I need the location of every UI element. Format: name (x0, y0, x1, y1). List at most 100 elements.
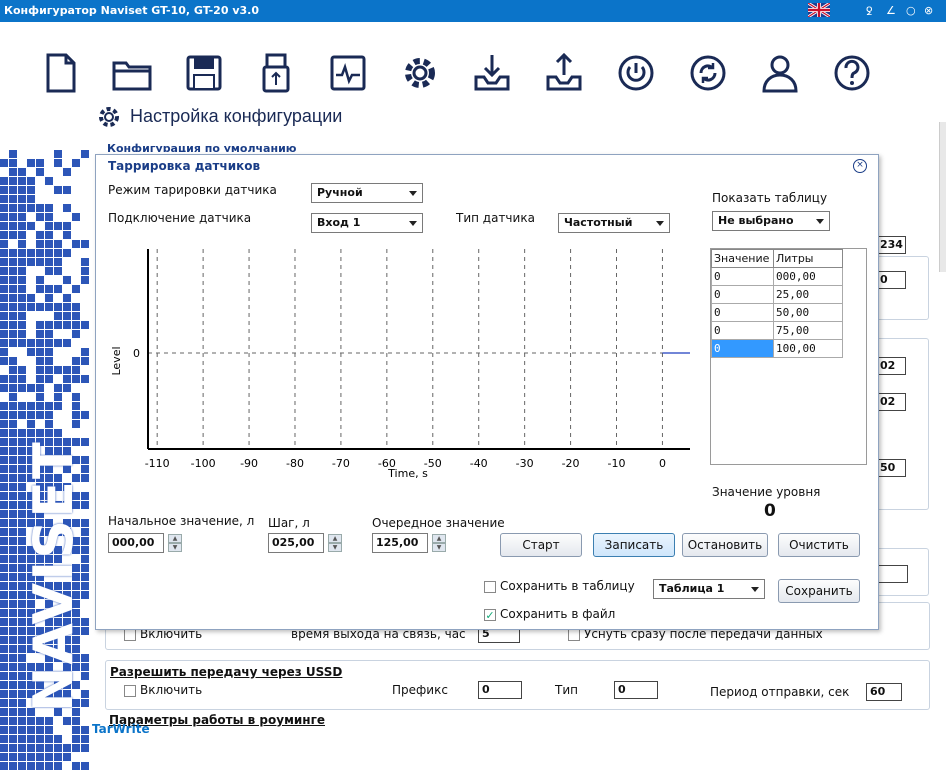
brand-tile (36, 411, 44, 419)
close-icon[interactable]: ⊗ (924, 4, 933, 17)
stepper-buttons[interactable]: ▲ ▼ (432, 534, 446, 552)
ussd-enable-checkbox[interactable] (124, 684, 136, 697)
refresh-icon[interactable] (684, 50, 732, 96)
brand-tile (45, 240, 53, 248)
brand-tile (36, 384, 44, 392)
brand-tile (72, 330, 80, 338)
value-cell[interactable]: 0 (711, 285, 774, 304)
value-cell[interactable]: 0 (711, 321, 774, 340)
value-field[interactable]: 0 (876, 271, 906, 289)
value-cell[interactable]: 0 (711, 303, 774, 322)
value-field[interactable]: 50 (876, 459, 906, 477)
link-icon[interactable]: ꝿ (866, 4, 872, 19)
brand-tile (45, 330, 53, 338)
new-file-icon[interactable] (36, 50, 84, 96)
stepper-buttons[interactable]: ▲ ▼ (168, 534, 182, 552)
table-row[interactable]: 0 100,00 (711, 339, 843, 358)
liters-cell[interactable]: 000,00 (773, 267, 843, 286)
usb-icon[interactable] (252, 50, 300, 96)
step-field[interactable]: 025,00 (268, 533, 324, 553)
brand-tile (36, 393, 44, 401)
column-header[interactable]: Значение (711, 249, 774, 268)
save-button[interactable]: Сохранить (778, 579, 860, 603)
type-field[interactable]: 0 (614, 681, 658, 699)
value-cell[interactable]: 0 (711, 339, 774, 358)
value-field[interactable]: 234 (876, 236, 906, 254)
brand-tile (36, 159, 44, 167)
stepper-up-icon[interactable]: ▲ (328, 534, 342, 543)
table-row[interactable]: 0 50,00 (711, 303, 843, 322)
dialog-title: Таррировка датчиков (108, 159, 261, 173)
save-to-file-option[interactable]: Сохранить в файл (484, 607, 615, 621)
brand-tile (27, 339, 35, 347)
brand-tile (9, 546, 17, 554)
help-icon[interactable] (828, 50, 876, 96)
connect-select[interactable]: Вход 1 (311, 213, 423, 233)
settings-gear-icon[interactable] (396, 50, 444, 96)
sleep-checkbox[interactable] (568, 628, 580, 641)
column-header[interactable]: Литры (773, 249, 843, 268)
liters-cell[interactable]: 100,00 (773, 339, 843, 358)
save-disk-icon[interactable] (180, 50, 228, 96)
sensor-type-select[interactable]: Частотный (558, 213, 670, 233)
next-value-field[interactable]: 125,00 (372, 533, 428, 553)
stepper-down-icon[interactable]: ▼ (432, 543, 446, 552)
stepper-up-icon[interactable]: ▲ (168, 534, 182, 543)
monitor-icon[interactable] (324, 50, 372, 96)
table-select[interactable]: Таблица 1 (653, 579, 765, 599)
brand-tile (45, 222, 53, 230)
user-icon[interactable] (756, 50, 804, 96)
brand-tile (27, 222, 35, 230)
open-folder-icon[interactable] (108, 50, 156, 96)
power-icon[interactable] (612, 50, 660, 96)
prefix-field[interactable]: 0 (478, 681, 522, 699)
table-row[interactable]: 0 75,00 (711, 321, 843, 340)
edit-icon[interactable]: ∠ (886, 4, 896, 17)
brand-tile (9, 762, 17, 770)
show-table-select[interactable]: Не выбрано (712, 211, 830, 231)
brand-tile (45, 753, 53, 761)
brand-tile (63, 366, 71, 374)
brand-tile (9, 402, 17, 410)
value-field[interactable] (876, 565, 908, 583)
period-field[interactable]: 60 (866, 683, 902, 701)
value-field[interactable]: 02 (876, 357, 906, 375)
minimize-icon[interactable]: ○ (906, 4, 916, 17)
scrollbar[interactable] (939, 122, 946, 272)
liters-cell[interactable]: 75,00 (773, 321, 843, 340)
brand-tile (9, 429, 17, 437)
download-icon[interactable] (468, 50, 516, 96)
write-button[interactable]: Записать (593, 533, 675, 557)
stepper-up-icon[interactable]: ▲ (432, 534, 446, 543)
start-button[interactable]: Старт (500, 533, 582, 557)
value-field[interactable]: 02 (876, 393, 906, 411)
stepper-buttons[interactable]: ▲ ▼ (328, 534, 342, 552)
enable-checkbox[interactable] (124, 628, 136, 641)
naviset-logo: NAVISET (22, 440, 85, 712)
calibration-table[interactable]: Значение Литры 0 000,00 0 25,00 0 50,00 0 75… (710, 248, 867, 465)
table-row[interactable]: 0 000,00 (711, 267, 843, 286)
brand-tile (63, 186, 71, 194)
liters-cell[interactable]: 25,00 (773, 285, 843, 304)
brand-tile (36, 330, 44, 338)
mode-select[interactable]: Ручной (311, 183, 423, 203)
liters-cell[interactable]: 50,00 (773, 303, 843, 322)
stepper-down-icon[interactable]: ▼ (328, 543, 342, 552)
save-to-file-checkbox[interactable] (484, 608, 496, 621)
close-icon[interactable]: × (853, 159, 867, 173)
upload-icon[interactable] (540, 50, 588, 96)
brand-tile (9, 528, 17, 536)
clear-button[interactable]: Очистить (778, 533, 860, 557)
brand-tile (9, 627, 17, 635)
save-to-table-option[interactable]: Сохранить в таблицу (484, 579, 635, 593)
value-cell[interactable]: 0 (711, 267, 774, 286)
start-value-field[interactable]: 000,00 (108, 533, 164, 553)
stepper-down-icon[interactable]: ▼ (168, 543, 182, 552)
stop-button[interactable]: Остановить (682, 533, 768, 557)
brand-tile (81, 276, 89, 284)
save-to-table-checkbox[interactable] (484, 580, 496, 593)
brand-tile (36, 348, 44, 356)
table-row[interactable]: 0 25,00 (711, 285, 843, 304)
uk-flag-icon[interactable] (807, 1, 831, 19)
brand-tile (36, 375, 44, 383)
